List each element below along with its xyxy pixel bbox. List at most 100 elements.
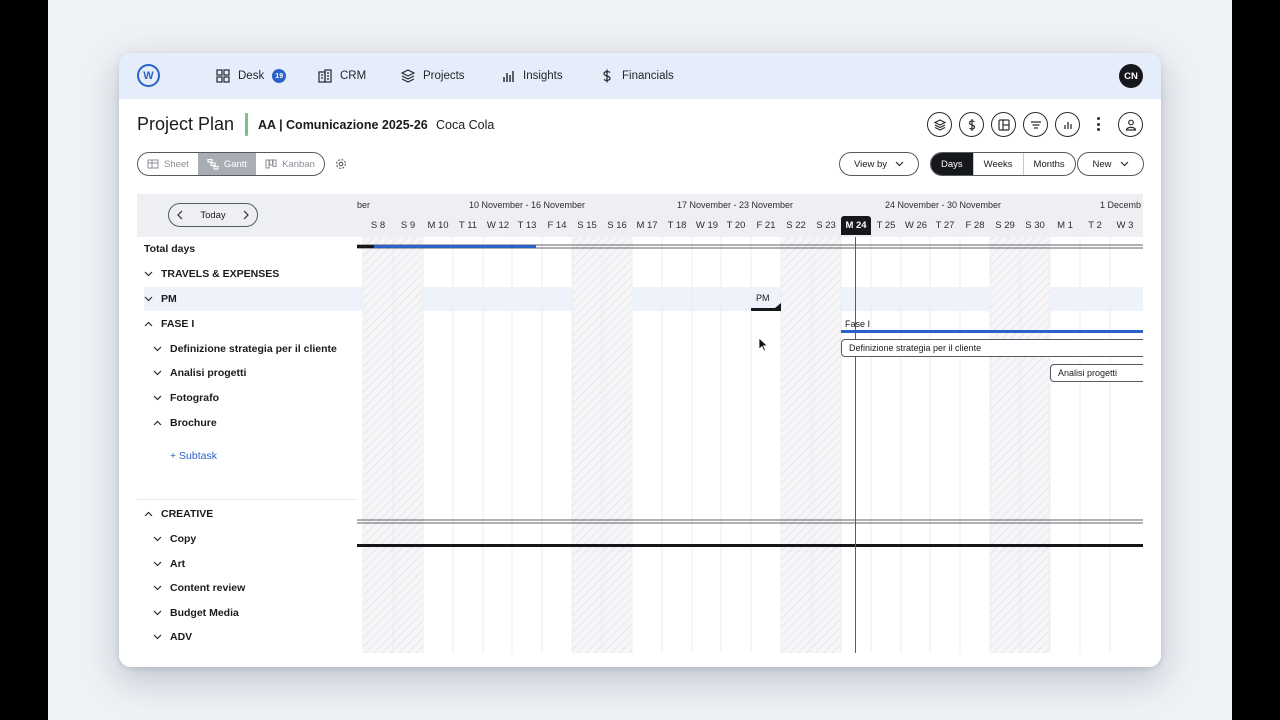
main-content: Project Plan AA | Comunicazione 2025-26 … bbox=[119, 99, 1161, 667]
nav-financials-label: Financials bbox=[622, 70, 674, 82]
title-divider bbox=[245, 113, 248, 136]
filter-button[interactable] bbox=[1023, 112, 1048, 137]
task-bar-analisi[interactable]: Analisi progetti bbox=[1050, 364, 1143, 382]
budget-button[interactable] bbox=[959, 112, 984, 137]
nav-crm[interactable]: CRM bbox=[318, 67, 366, 85]
dollar-icon bbox=[968, 118, 975, 131]
week-label: ber bbox=[357, 200, 371, 210]
row-copy[interactable]: Copy bbox=[153, 527, 196, 551]
add-subtask-link[interactable]: + Subtask bbox=[170, 450, 217, 462]
nav-projects[interactable]: Projects bbox=[401, 67, 465, 85]
app-backdrop: W Desk 19 CRM Projects Insights Financia… bbox=[48, 0, 1232, 720]
app-window: W Desk 19 CRM Projects Insights Financia… bbox=[119, 53, 1161, 667]
today-navigator[interactable]: Today bbox=[168, 203, 258, 227]
row-art[interactable]: Art bbox=[153, 552, 185, 576]
day-label: M 17 bbox=[636, 220, 658, 231]
row-fase-i[interactable]: FASE I bbox=[144, 312, 194, 336]
day-label-today: M 24 bbox=[841, 216, 871, 235]
row-label: CREATIVE bbox=[161, 508, 214, 520]
new-dropdown-button[interactable]: New bbox=[1077, 152, 1144, 176]
nav-desk[interactable]: Desk 19 bbox=[216, 67, 287, 85]
row-content-review[interactable]: Content review bbox=[153, 576, 245, 600]
section-divider bbox=[137, 499, 357, 500]
row-definizione-strategia[interactable]: Definizione strategia per il cliente bbox=[153, 337, 337, 361]
row-label: Brochure bbox=[170, 417, 217, 429]
chevron-down-icon[interactable] bbox=[153, 610, 162, 616]
user-avatar[interactable]: CN bbox=[1119, 64, 1143, 88]
layout-button[interactable] bbox=[991, 112, 1016, 137]
chevron-down-icon[interactable] bbox=[153, 561, 162, 567]
row-adv[interactable]: ADV bbox=[153, 625, 192, 649]
row-brochure[interactable]: Brochure bbox=[153, 411, 217, 435]
team-button[interactable] bbox=[1118, 112, 1143, 137]
scale-days-tab[interactable]: Days bbox=[931, 153, 973, 175]
row-analisi-progetti[interactable]: Analisi progetti bbox=[153, 361, 246, 385]
day-label: M 1 bbox=[1057, 220, 1073, 231]
chevron-down-icon[interactable] bbox=[153, 536, 162, 542]
chevron-down-icon[interactable] bbox=[153, 634, 162, 640]
view-sheet-tab[interactable]: Sheet bbox=[138, 153, 198, 175]
table-icon bbox=[147, 159, 159, 169]
view-switcher: Sheet Gantt Kanban bbox=[137, 152, 325, 176]
gear-icon[interactable] bbox=[335, 158, 347, 170]
chevron-up-icon[interactable] bbox=[153, 420, 162, 426]
project-name[interactable]: AA | Comunicazione 2025-26 bbox=[258, 118, 428, 132]
row-budget-media[interactable]: Budget Media bbox=[153, 601, 239, 625]
nav-crm-label: CRM bbox=[340, 70, 367, 82]
fase-bar-label[interactable]: Fase I bbox=[845, 319, 870, 329]
row-travels-expenses[interactable]: TRAVELS & EXPENSES bbox=[144, 262, 279, 286]
layers-icon bbox=[933, 118, 946, 131]
day-label: T 18 bbox=[667, 220, 687, 231]
row-label: Fotografo bbox=[170, 392, 219, 404]
day-label: S 16 bbox=[607, 220, 627, 231]
scale-weeks-tab[interactable]: Weeks bbox=[972, 153, 1023, 175]
row-label: Definizione strategia per il cliente bbox=[170, 343, 337, 355]
chevron-up-icon[interactable] bbox=[144, 511, 153, 517]
row-pm[interactable]: PM bbox=[144, 287, 357, 311]
row-label: TRAVELS & EXPENSES bbox=[161, 268, 280, 280]
gantt-icon bbox=[207, 158, 219, 170]
layers-icon bbox=[401, 69, 415, 83]
view-by-dropdown[interactable]: View by bbox=[839, 152, 919, 176]
chevron-down-icon[interactable] bbox=[153, 395, 162, 401]
view-kanban-label: Kanban bbox=[282, 158, 315, 170]
more-options-icon[interactable] bbox=[1092, 114, 1104, 134]
day-label: S 9 bbox=[400, 220, 416, 231]
today-label[interactable]: Today bbox=[200, 210, 225, 221]
day-label: W 19 bbox=[695, 220, 719, 231]
chevron-right-icon[interactable] bbox=[243, 210, 249, 220]
view-gantt-tab[interactable]: Gantt bbox=[197, 153, 257, 175]
desk-count-badge: 19 bbox=[272, 69, 287, 83]
row-label: Total days bbox=[144, 243, 196, 255]
app-logo[interactable]: W bbox=[137, 64, 160, 87]
chevron-down-icon[interactable] bbox=[144, 296, 153, 302]
row-creative[interactable]: CREATIVE bbox=[144, 502, 213, 526]
row-label: Analisi progetti bbox=[170, 367, 247, 379]
nav-financials[interactable]: Financials bbox=[600, 67, 674, 85]
nav-insights[interactable]: Insights bbox=[501, 67, 563, 85]
client-name[interactable]: Coca Cola bbox=[436, 118, 494, 132]
kanban-icon bbox=[265, 159, 277, 169]
day-label: F 14 bbox=[547, 220, 567, 231]
chevron-down-icon[interactable] bbox=[153, 585, 162, 591]
layers-button[interactable] bbox=[927, 112, 952, 137]
day-label: T 11 bbox=[458, 220, 478, 231]
chevron-up-icon[interactable] bbox=[144, 321, 153, 327]
bar-chart-icon bbox=[1063, 121, 1072, 129]
analytics-button[interactable] bbox=[1055, 112, 1080, 137]
building-icon bbox=[318, 69, 332, 83]
row-label: Budget Media bbox=[170, 607, 239, 619]
chevron-down-icon[interactable] bbox=[153, 370, 162, 376]
task-bar-definizione[interactable]: Definizione strategia per il cliente bbox=[841, 339, 1143, 357]
nav-projects-label: Projects bbox=[423, 70, 465, 82]
week-label: 24 November - 30 November bbox=[885, 200, 1002, 210]
nav-insights-label: Insights bbox=[523, 70, 563, 82]
day-label: W 12 bbox=[486, 220, 510, 231]
chevron-down-icon[interactable] bbox=[144, 271, 153, 277]
chevron-down-icon[interactable] bbox=[153, 346, 162, 352]
row-fotografo[interactable]: Fotografo bbox=[153, 386, 219, 410]
scale-months-tab[interactable]: Months bbox=[1022, 153, 1075, 175]
pm-bar-label[interactable]: PM bbox=[756, 293, 770, 303]
view-kanban-tab[interactable]: Kanban bbox=[256, 153, 324, 175]
chevron-left-icon[interactable] bbox=[177, 210, 183, 220]
